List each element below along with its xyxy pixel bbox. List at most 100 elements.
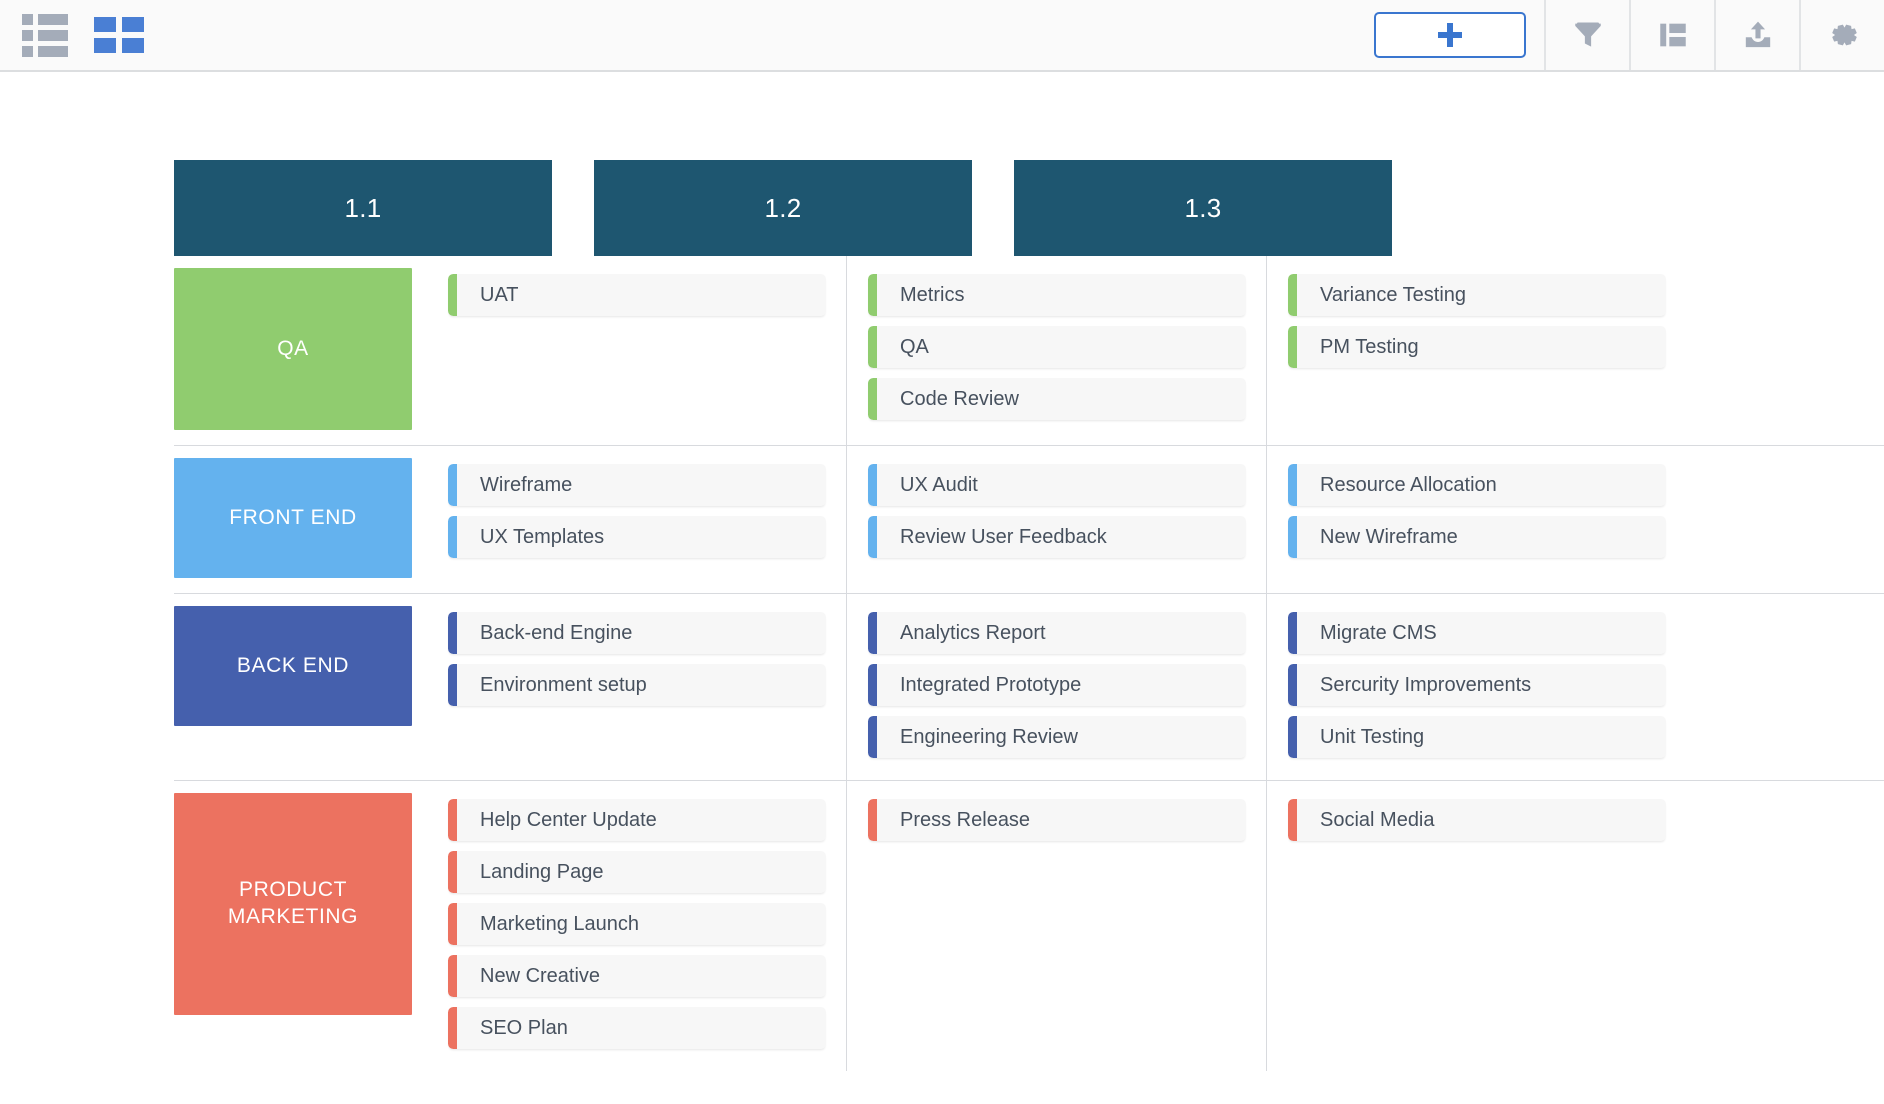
task-card[interactable]: UAT [448,274,826,316]
card-color-stripe [448,464,457,506]
card-color-stripe [1288,799,1297,841]
task-card[interactable]: Unit Testing [1288,716,1666,758]
row-label-cell: PRODUCT MARKETING [174,781,448,1071]
plus-icon [1438,23,1462,47]
card-color-stripe [448,274,457,316]
task-card[interactable]: Marketing Launch [448,903,826,945]
task-card[interactable]: Analytics Report [868,612,1246,654]
card-color-stripe [448,612,457,654]
board-cell: Press Release [868,781,1246,1071]
task-card[interactable]: Engineering Review [868,716,1246,758]
task-card[interactable]: Integrated Prototype [868,664,1246,706]
task-card[interactable]: UX Audit [868,464,1246,506]
task-card[interactable]: Metrics [868,274,1246,316]
task-card[interactable]: QA [868,326,1246,368]
task-card[interactable]: New Wireframe [1288,516,1666,558]
swimlane-row: QA UAT Metrics QA Code Review Variance Testin… [174,256,1884,446]
board-cell: Resource Allocation New Wireframe [1288,446,1666,593]
card-title: Variance Testing [1320,283,1467,306]
gear-icon [1831,24,1857,46]
card-color-stripe [868,464,877,506]
layout-panels-icon [1659,23,1686,47]
task-card[interactable]: Wireframe [448,464,826,506]
card-color-stripe [448,664,457,706]
column-header-2[interactable]: 1.2 [594,160,972,256]
card-title: Sercurity Improvements [1320,673,1532,696]
board-cell: Back-end Engine Environment setup [448,594,826,780]
grid-view-toggle[interactable] [94,14,144,56]
add-button[interactable] [1374,12,1526,58]
list-view-toggle[interactable] [22,13,68,57]
card-title: Marketing Launch [480,912,639,935]
task-card[interactable]: Social Media [1288,799,1666,841]
task-card[interactable]: Migrate CMS [1288,612,1666,654]
task-card[interactable]: Press Release [868,799,1246,841]
task-card[interactable]: UX Templates [448,516,826,558]
card-title: SEO Plan [480,1016,568,1039]
column-separator [1246,256,1288,445]
board-cell: Help Center Update Landing Page Marketing … [448,781,826,1071]
row-label-cell: QA [174,256,448,445]
card-color-stripe [448,1007,457,1049]
row-label-cell: BACK END [174,594,448,780]
card-title: Integrated Prototype [900,673,1082,696]
column-separator [826,594,868,780]
task-card[interactable]: Sercurity Improvements [1288,664,1666,706]
task-card[interactable]: PM Testing [1288,326,1666,368]
card-title: UX Audit [900,473,978,496]
column-header-row: 1.1 1.2 1.3 [0,160,1884,256]
card-color-stripe [448,799,457,841]
settings-button[interactable] [1799,0,1884,70]
task-card[interactable]: Resource Allocation [1288,464,1666,506]
card-color-stripe [868,716,877,758]
row-label-product-marketing[interactable]: PRODUCT MARKETING [174,793,412,1015]
list-view-icon [22,13,68,57]
grid-view-icon [94,17,144,53]
card-color-stripe [868,326,877,368]
board-cell: Analytics Report Integrated Prototype Engi… [868,594,1246,780]
row-label-qa[interactable]: QA [174,268,412,430]
export-button[interactable] [1714,0,1799,70]
task-card[interactable]: Variance Testing [1288,274,1666,316]
card-color-stripe [448,903,457,945]
task-card[interactable]: SEO Plan [448,1007,826,1049]
card-title: New Creative [480,964,601,987]
filter-button[interactable] [1544,0,1629,70]
task-card[interactable]: Help Center Update [448,799,826,841]
column-separator [1246,594,1288,780]
card-title: PM Testing [1320,335,1419,358]
row-label-back-end[interactable]: BACK END [174,606,412,726]
card-title: Code Review [900,387,1019,410]
card-color-stripe [1288,326,1297,368]
task-card[interactable]: New Creative [448,955,826,997]
layout-button[interactable] [1629,0,1714,70]
task-card[interactable]: Back-end Engine [448,612,826,654]
card-title: Press Release [900,808,1031,831]
card-color-stripe [448,851,457,893]
board-cell: Migrate CMS Sercurity Improvements Unit Te… [1288,594,1666,780]
card-color-stripe [1288,716,1297,758]
task-card[interactable]: Landing Page [448,851,826,893]
task-card[interactable]: Environment setup [448,664,826,706]
card-title: QA [900,335,929,358]
column-header-1[interactable]: 1.1 [174,160,552,256]
column-separator [1246,446,1288,593]
board-cell: UX Audit Review User Feedback [868,446,1246,593]
card-color-stripe [1288,664,1297,706]
card-color-stripe [1288,464,1297,506]
view-toggle-group [0,13,144,57]
task-card[interactable]: Review User Feedback [868,516,1246,558]
swimlane-row: FRONT END Wireframe UX Templates UX Audit Re… [174,446,1884,594]
row-label-cell: FRONT END [174,446,448,593]
card-title: Analytics Report [900,621,1046,644]
swimlane-row: PRODUCT MARKETING Help Center Update Landi… [174,781,1884,1071]
swimlane-row: BACK END Back-end Engine Environment setup… [174,594,1884,781]
swimlane-rows: QA UAT Metrics QA Code Review Variance Testin… [0,256,1884,1071]
column-separator [826,256,868,445]
card-title: Unit Testing [1320,725,1425,748]
board-cell: Social Media [1288,781,1666,1071]
task-card[interactable]: Code Review [868,378,1246,420]
column-header-3[interactable]: 1.3 [1014,160,1392,256]
row-label-front-end[interactable]: FRONT END [174,458,412,578]
column-separator [1246,781,1288,1071]
